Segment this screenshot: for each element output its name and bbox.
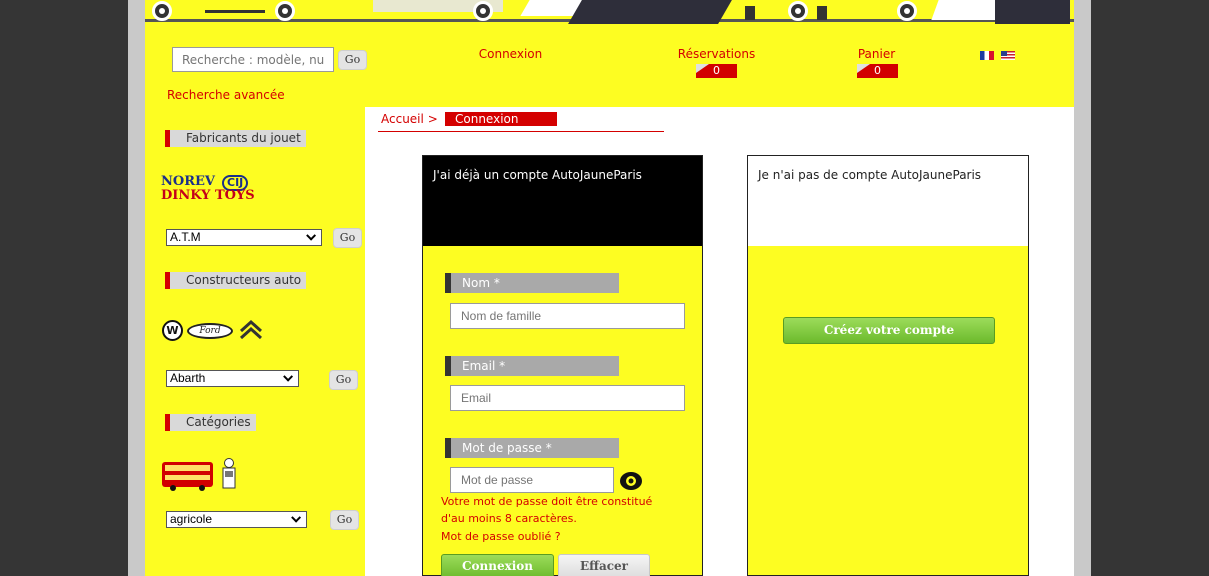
nav-cart-link[interactable]: Panier (849, 47, 904, 61)
forgot-password-link[interactable]: Mot de passe oublié ? (441, 530, 561, 543)
left-page-border (128, 0, 145, 576)
categories-heading: Catégories (165, 414, 256, 431)
chevron-down-icon (291, 512, 302, 523)
cart-count: 0 (874, 64, 881, 77)
password-hint-line2: d'au moins 8 caractères. (441, 512, 577, 525)
password-label: Mot de passe * (445, 438, 619, 458)
header-banner (145, 0, 1074, 26)
fr-flag-icon[interactable] (980, 51, 994, 60)
email-label: Email * (445, 356, 619, 376)
car-maker-select[interactable]: Abarth (166, 370, 299, 387)
nav-reservations-link[interactable]: Réservations (669, 47, 764, 61)
car-makers-heading: Constructeurs auto (165, 272, 306, 289)
manufacturer-go-button[interactable]: Go (333, 228, 362, 248)
password-field[interactable] (450, 467, 614, 493)
create-account-button[interactable]: Créez votre compte (783, 317, 995, 344)
volkswagen-logo-icon[interactable]: W (162, 320, 183, 341)
reset-button[interactable]: Effacer (558, 554, 650, 576)
chevron-down-icon (306, 230, 317, 241)
site-frame: Go Recherche avancée Connexion Réservati… (145, 0, 1074, 576)
chevron-down-icon (283, 371, 294, 382)
bus-icon[interactable] (161, 461, 214, 491)
email-field[interactable] (450, 385, 685, 411)
name-field[interactable] (450, 303, 685, 329)
breadcrumb-home-link[interactable]: Accueil > (381, 112, 438, 126)
category-select-value: agricole (170, 512, 213, 526)
reservations-count-badge[interactable]: 0 (696, 64, 737, 78)
register-panel-title: Je n'ai pas de compte AutoJauneParis (748, 156, 1028, 246)
cart-count-badge[interactable]: 0 (857, 64, 898, 78)
norev-logo[interactable]: NOREV (161, 174, 215, 189)
search-go-button[interactable]: Go (338, 50, 367, 70)
category-select[interactable]: agricole (166, 511, 307, 528)
search-input[interactable] (172, 47, 334, 72)
register-panel: Je n'ai pas de compte AutoJauneParis Cré… (747, 155, 1029, 576)
login-panel-title: J'ai déjà un compte AutoJauneParis (423, 156, 702, 246)
breadcrumb-divider (378, 131, 664, 132)
car-maker-go-button[interactable]: Go (329, 370, 358, 390)
nav-login-link[interactable]: Connexion (468, 47, 553, 61)
advanced-search-link[interactable]: Recherche avancée (167, 88, 285, 102)
manufacturer-select-value: A.T.M (170, 230, 201, 244)
us-flag-icon[interactable] (1001, 51, 1015, 60)
category-go-button[interactable]: Go (330, 510, 359, 530)
citroen-logo-icon[interactable] (239, 318, 263, 342)
manufacturer-select[interactable]: A.T.M (166, 229, 322, 246)
login-submit-button[interactable]: Connexion (441, 554, 554, 576)
password-hint-line1: Votre mot de passe doit être constitué (441, 495, 653, 508)
breadcrumb-home[interactable]: Accueil (381, 112, 424, 126)
car-maker-select-value: Abarth (170, 371, 206, 385)
reservations-count: 0 (713, 64, 720, 77)
right-page-border (1074, 0, 1091, 576)
dinky-toys-logo[interactable]: DINKY TOYS (161, 188, 255, 203)
ford-logo-icon[interactable]: Ford (187, 323, 233, 339)
breadcrumb-separator: > (427, 112, 438, 126)
manufacturers-heading: Fabricants du jouet (165, 130, 306, 147)
show-password-eye-icon[interactable] (619, 469, 643, 493)
login-panel: J'ai déjà un compte AutoJauneParis Nom *… (422, 155, 703, 576)
fuel-pump-icon[interactable] (221, 458, 237, 490)
name-label: Nom * (445, 273, 619, 293)
breadcrumb-current: Connexion (441, 112, 557, 126)
